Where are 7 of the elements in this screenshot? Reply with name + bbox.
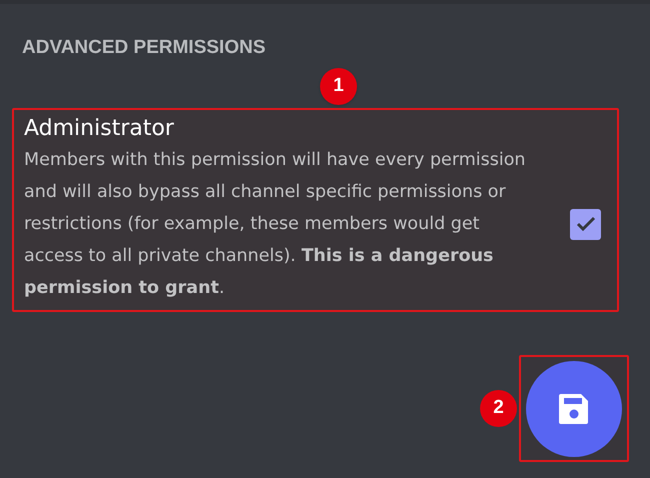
checkbox[interactable] bbox=[570, 208, 601, 240]
save-icon bbox=[558, 392, 590, 424]
permission-description: Members with this permission will have every permission and will also bypass all channel specific permissions or restrictions (for example, these members would get access to all private channels). This is a dangerous permission to grant. bbox=[24, 149, 527, 300]
permission-name: Administrator bbox=[24, 115, 175, 143]
callout-badge: 2 bbox=[480, 390, 517, 427]
section-heading: ADVANCED PERMISSIONS bbox=[22, 36, 266, 60]
callout-badge: 1 bbox=[320, 68, 357, 105]
